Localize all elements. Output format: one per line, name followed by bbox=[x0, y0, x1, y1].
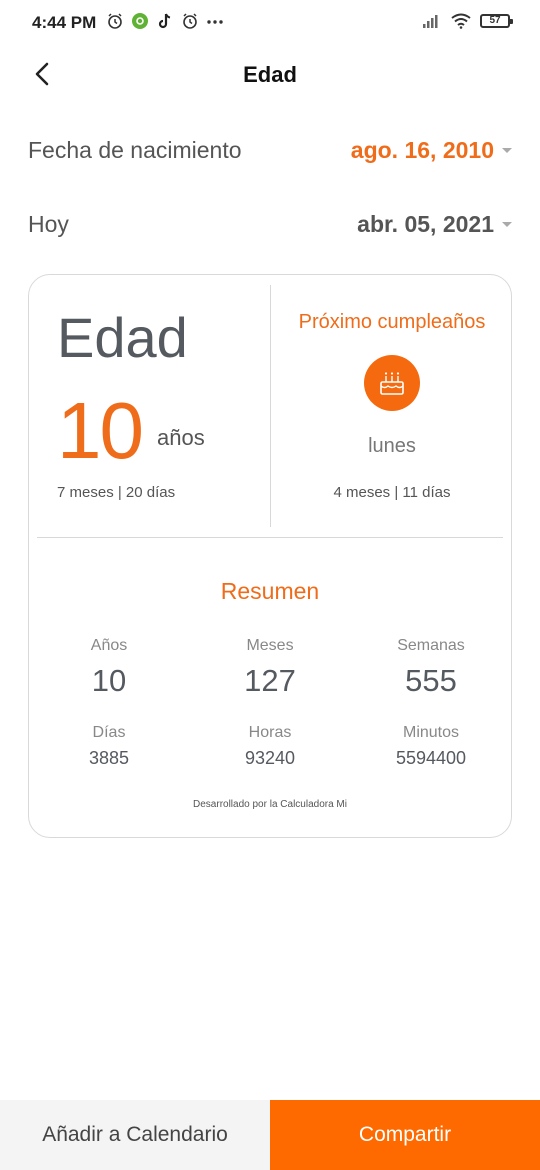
next-birthday-weekday: lunes bbox=[368, 435, 416, 457]
birth-date-picker[interactable]: ago. 16, 2010 bbox=[351, 137, 512, 164]
bottom-action-bar: Añadir a Calendario Compartir bbox=[0, 1100, 540, 1170]
more-dots-icon bbox=[207, 20, 223, 24]
app-icon bbox=[132, 13, 148, 29]
stat-years: Años 10 bbox=[29, 637, 189, 699]
stat-value: 93240 bbox=[244, 748, 296, 768]
stat-label: Minutos bbox=[402, 724, 460, 741]
age-calculator-screen: 4:44 PM 57 Edad Fecha de nacimiento ago.… bbox=[0, 0, 540, 1170]
result-card: Edad 10 años 7 meses | 20 días Próximo c… bbox=[28, 274, 512, 838]
status-left-icons bbox=[106, 12, 224, 30]
age-years-value: 10 bbox=[57, 386, 144, 475]
age-heading: Edad bbox=[57, 306, 188, 369]
stat-value: 555 bbox=[405, 663, 457, 698]
stat-weeks: Semanas 555 bbox=[351, 637, 511, 699]
wifi-icon bbox=[451, 13, 471, 29]
page-title: Edad bbox=[243, 62, 297, 87]
age-detail: 7 meses | 20 días bbox=[57, 484, 176, 501]
today-date-value: abr. 05, 2021 bbox=[357, 211, 494, 237]
stat-label: Horas bbox=[248, 724, 292, 741]
birth-date-label: Fecha de nacimiento bbox=[28, 137, 242, 163]
stat-label: Días bbox=[92, 724, 126, 741]
battery-icon: 57 bbox=[480, 14, 513, 28]
stat-months: Meses 127 bbox=[190, 637, 350, 699]
signal-icon bbox=[423, 15, 438, 28]
status-time: 4:44 PM bbox=[32, 13, 97, 32]
cake-icon bbox=[364, 355, 420, 411]
add-to-calendar-button[interactable]: Añadir a Calendario bbox=[0, 1100, 270, 1170]
birthday-cake-icon bbox=[380, 372, 404, 395]
alarm-icon bbox=[108, 13, 122, 29]
stat-value: 5594400 bbox=[395, 748, 467, 768]
next-birthday-title: Próximo cumpleaños bbox=[298, 311, 486, 333]
stat-value: 127 bbox=[244, 663, 296, 698]
summary-title: Resumen bbox=[220, 578, 320, 604]
stat-days: Días 3885 bbox=[29, 724, 189, 769]
today-label: Hoy bbox=[28, 211, 69, 237]
stat-value: 3885 bbox=[88, 748, 130, 768]
horizontal-divider bbox=[37, 537, 503, 538]
battery-level: 57 bbox=[489, 15, 501, 26]
status-bar: 4:44 PM 57 bbox=[0, 0, 540, 46]
tiktok-icon bbox=[158, 13, 171, 29]
credit-text: Desarrollado por la Calculadora Mi bbox=[193, 799, 347, 810]
caret-down-icon bbox=[502, 148, 512, 153]
stat-label: Semanas bbox=[397, 637, 465, 654]
age-years-unit: años bbox=[157, 425, 205, 450]
stat-minutes: Minutos 5594400 bbox=[351, 724, 511, 769]
today-date-picker[interactable]: abr. 05, 2021 bbox=[357, 211, 512, 238]
birth-date-value: ago. 16, 2010 bbox=[350, 137, 494, 163]
next-birthday-detail: 4 meses | 11 días bbox=[333, 484, 451, 501]
stat-label: Años bbox=[90, 637, 128, 654]
caret-down-icon bbox=[502, 222, 512, 227]
status-right-icons: 57 bbox=[422, 13, 513, 29]
stat-value: 10 bbox=[91, 663, 127, 698]
share-button[interactable]: Compartir bbox=[270, 1100, 540, 1170]
alarm-icon bbox=[183, 13, 197, 29]
stat-label: Meses bbox=[246, 637, 294, 654]
stat-hours: Horas 93240 bbox=[190, 724, 350, 769]
